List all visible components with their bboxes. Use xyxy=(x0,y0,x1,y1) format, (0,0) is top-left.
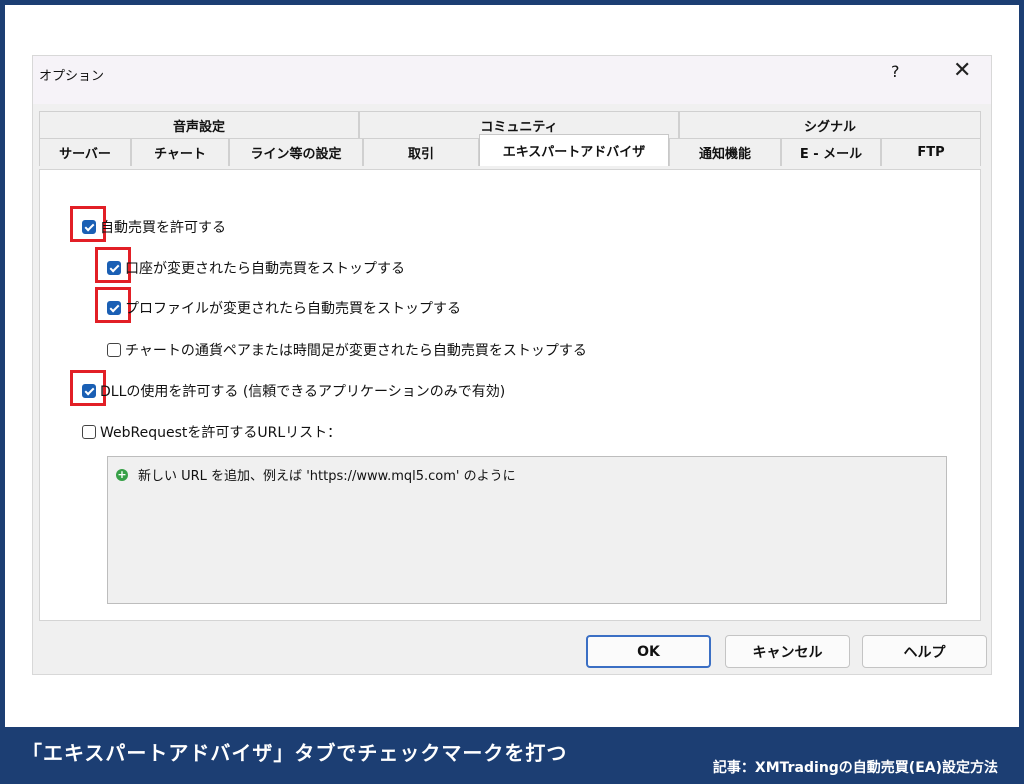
add-icon: + xyxy=(116,467,128,481)
option-label: 口座が変更されたら自動売買をストップする xyxy=(125,261,405,277)
dialog-title: オプション xyxy=(39,69,105,84)
checkbox-stop-profile[interactable] xyxy=(107,301,121,315)
help-icon[interactable]: ? xyxy=(891,62,900,81)
option-auto-trade[interactable]: 自動売買を許可する xyxy=(82,217,226,237)
title-bar: オプション ? ✕ xyxy=(33,56,991,104)
add-url-row[interactable]: + 新しい URL を追加、例えば 'https://www.mql5.com'… xyxy=(116,465,516,484)
add-url-hint: 新しい URL を追加、例えば 'https://www.mql5.com' の… xyxy=(138,469,516,484)
option-stop-chart[interactable]: チャートの通貨ペアまたは時間足が変更されたら自動売買をストップする xyxy=(107,340,587,360)
caption-text: 「エキスパートアドバイザ」タブでチェックマークを打つ xyxy=(22,741,568,765)
tab-signal[interactable]: シグナル xyxy=(679,111,981,139)
options-dialog: オプション ? ✕ 音声設定 コミュニティ シグナル サーバー チャート ライン… xyxy=(33,56,991,674)
tab-server[interactable]: サーバー xyxy=(39,138,131,166)
tab-ftp[interactable]: FTP xyxy=(881,138,981,166)
option-allow-dll[interactable]: DLLの使用を許可する (信頼できるアプリケーションのみで有効) xyxy=(82,381,505,401)
checkbox-auto-trade[interactable] xyxy=(82,220,96,234)
checkbox-allow-dll[interactable] xyxy=(82,384,96,398)
option-label: DLLの使用を許可する (信頼できるアプリケーションのみで有効) xyxy=(100,384,506,400)
help-button[interactable]: ヘルプ xyxy=(862,635,987,668)
checkbox-stop-chart[interactable] xyxy=(107,343,121,357)
cancel-button[interactable]: キャンセル xyxy=(725,635,850,668)
option-label: プロファイルが変更されたら自動売買をストップする xyxy=(125,301,461,317)
expert-advisor-panel: 自動売買を許可する 口座が変更されたら自動売買をストップする プロファイルが変更… xyxy=(39,169,981,621)
article-credit: 記事：XMTradingの自動売買(EA)設定方法 xyxy=(712,760,998,776)
checkbox-stop-account[interactable] xyxy=(107,261,121,275)
url-list[interactable]: + 新しい URL を追加、例えば 'https://www.mql5.com'… xyxy=(107,456,947,604)
option-stop-profile[interactable]: プロファイルが変更されたら自動売買をストップする xyxy=(107,298,461,318)
tab-sound[interactable]: 音声設定 xyxy=(39,111,359,139)
option-label: 自動売買を許可する xyxy=(100,220,226,236)
option-webrequest[interactable]: WebRequestを許可するURLリスト： xyxy=(82,422,341,442)
tab-line-settings[interactable]: ライン等の設定 xyxy=(229,138,363,166)
tab-chart[interactable]: チャート xyxy=(131,138,229,166)
option-label: チャートの通貨ペアまたは時間足が変更されたら自動売買をストップする xyxy=(125,343,587,359)
tab-expert-advisor[interactable]: エキスパートアドバイザ xyxy=(479,134,669,166)
tab-trade[interactable]: 取引 xyxy=(363,138,479,166)
tab-row-lower: サーバー チャート ライン等の設定 取引 エキスパートアドバイザ 通知機能 E … xyxy=(39,134,981,166)
checkbox-webrequest[interactable] xyxy=(82,425,96,439)
option-stop-account[interactable]: 口座が変更されたら自動売買をストップする xyxy=(107,258,405,278)
ok-button[interactable]: OK xyxy=(586,635,711,668)
tab-email[interactable]: E - メール xyxy=(781,138,881,166)
option-label: WebRequestを許可するURLリスト： xyxy=(100,425,342,441)
close-icon[interactable]: ✕ xyxy=(953,58,971,83)
caption-bar: 「エキスパートアドバイザ」タブでチェックマークを打つ 記事：XMTradingの… xyxy=(0,727,1024,784)
tab-notifications[interactable]: 通知機能 xyxy=(669,138,781,166)
